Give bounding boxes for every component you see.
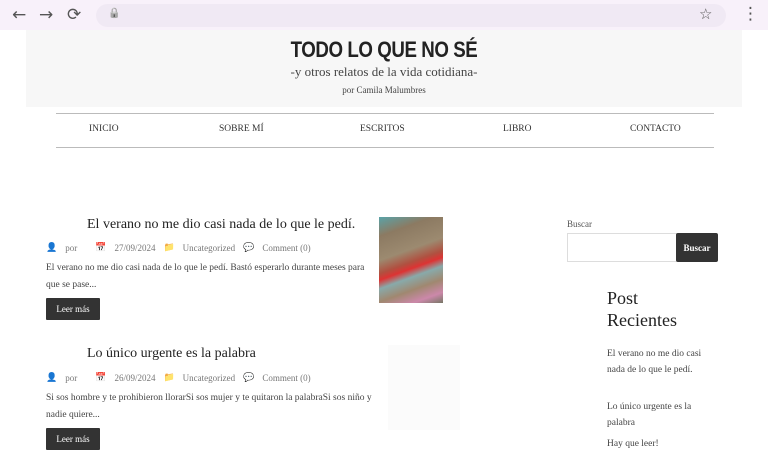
post-author[interactable]: por bbox=[65, 373, 77, 383]
search-label: Buscar bbox=[567, 219, 592, 229]
post-category[interactable]: Uncategorized bbox=[183, 373, 235, 383]
divider bbox=[56, 113, 714, 114]
divider bbox=[56, 147, 714, 148]
recent-post-link[interactable]: El verano no me dio casi nada de lo que … bbox=[607, 347, 702, 378]
star-icon[interactable]: ☆ bbox=[699, 5, 712, 23]
post-author[interactable]: por bbox=[65, 243, 77, 253]
menu-sobre-mi[interactable]: SOBRE MÍ bbox=[219, 124, 264, 134]
menu-libro[interactable]: LIBRO bbox=[503, 124, 532, 134]
calendar-icon: 📅 bbox=[95, 373, 107, 383]
read-more-button[interactable]: Leer más bbox=[46, 298, 100, 320]
post-meta: 👤 por 📅 26/09/2024 📁 Uncategorized 💬 Comment… bbox=[46, 373, 311, 383]
menu-contacto[interactable]: CONTACTO bbox=[630, 124, 681, 134]
folder-icon: 📁 bbox=[163, 243, 175, 253]
menu-inicio[interactable]: INICIO bbox=[89, 124, 119, 134]
back-icon[interactable]: ← bbox=[12, 5, 26, 25]
post-thumbnail[interactable] bbox=[388, 345, 460, 430]
menu-escritos[interactable]: ESCRITOS bbox=[360, 124, 405, 134]
lock-icon: 🔒 bbox=[108, 8, 121, 19]
post-title[interactable]: Lo único urgente es la palabra bbox=[87, 346, 256, 362]
post-thumbnail[interactable] bbox=[379, 217, 443, 303]
recent-posts-title: Post Recientes bbox=[607, 288, 677, 330]
user-icon: 👤 bbox=[46, 243, 58, 253]
post-excerpt: Si sos hombre y te prohibieron llorarSi … bbox=[46, 393, 372, 420]
folder-icon: 📁 bbox=[163, 373, 175, 383]
calendar-icon: 📅 bbox=[95, 243, 107, 253]
comments-icon: 💬 bbox=[243, 373, 255, 383]
post-date[interactable]: 26/09/2024 bbox=[114, 373, 155, 383]
address-bar[interactable] bbox=[96, 4, 726, 27]
menu-icon[interactable]: ⋮ bbox=[742, 4, 759, 24]
recent-post-link[interactable]: Hay que leer! bbox=[607, 437, 702, 453]
post-excerpt: El verano no me dio casi nada de lo que … bbox=[46, 263, 365, 290]
site-title[interactable]: TODO LO QUE NO SÉ bbox=[58, 37, 711, 63]
read-more-button[interactable]: Leer más bbox=[46, 428, 100, 450]
post-comments[interactable]: Comment (0) bbox=[262, 373, 310, 383]
post-title[interactable]: El verano no me dio casi nada de lo que … bbox=[87, 217, 355, 233]
site-subtitle: -y otros relatos de la vida cotidiana- bbox=[290, 64, 478, 79]
post-date[interactable]: 27/09/2024 bbox=[114, 243, 155, 253]
site-byline: por Camila Malumbres bbox=[342, 85, 426, 95]
post-category[interactable]: Uncategorized bbox=[183, 243, 235, 253]
post-comments[interactable]: Comment (0) bbox=[262, 243, 310, 253]
comments-icon: 💬 bbox=[243, 243, 255, 253]
search-input[interactable] bbox=[567, 233, 677, 262]
search-button[interactable]: Buscar bbox=[676, 233, 718, 262]
reload-icon[interactable]: ⟳ bbox=[67, 5, 81, 25]
recent-post-link[interactable]: Lo único urgente es la palabra bbox=[607, 400, 702, 431]
forward-icon[interactable]: → bbox=[39, 5, 53, 25]
user-icon: 👤 bbox=[46, 373, 58, 383]
post-meta: 👤 por 📅 27/09/2024 📁 Uncategorized 💬 Comment… bbox=[46, 243, 311, 253]
